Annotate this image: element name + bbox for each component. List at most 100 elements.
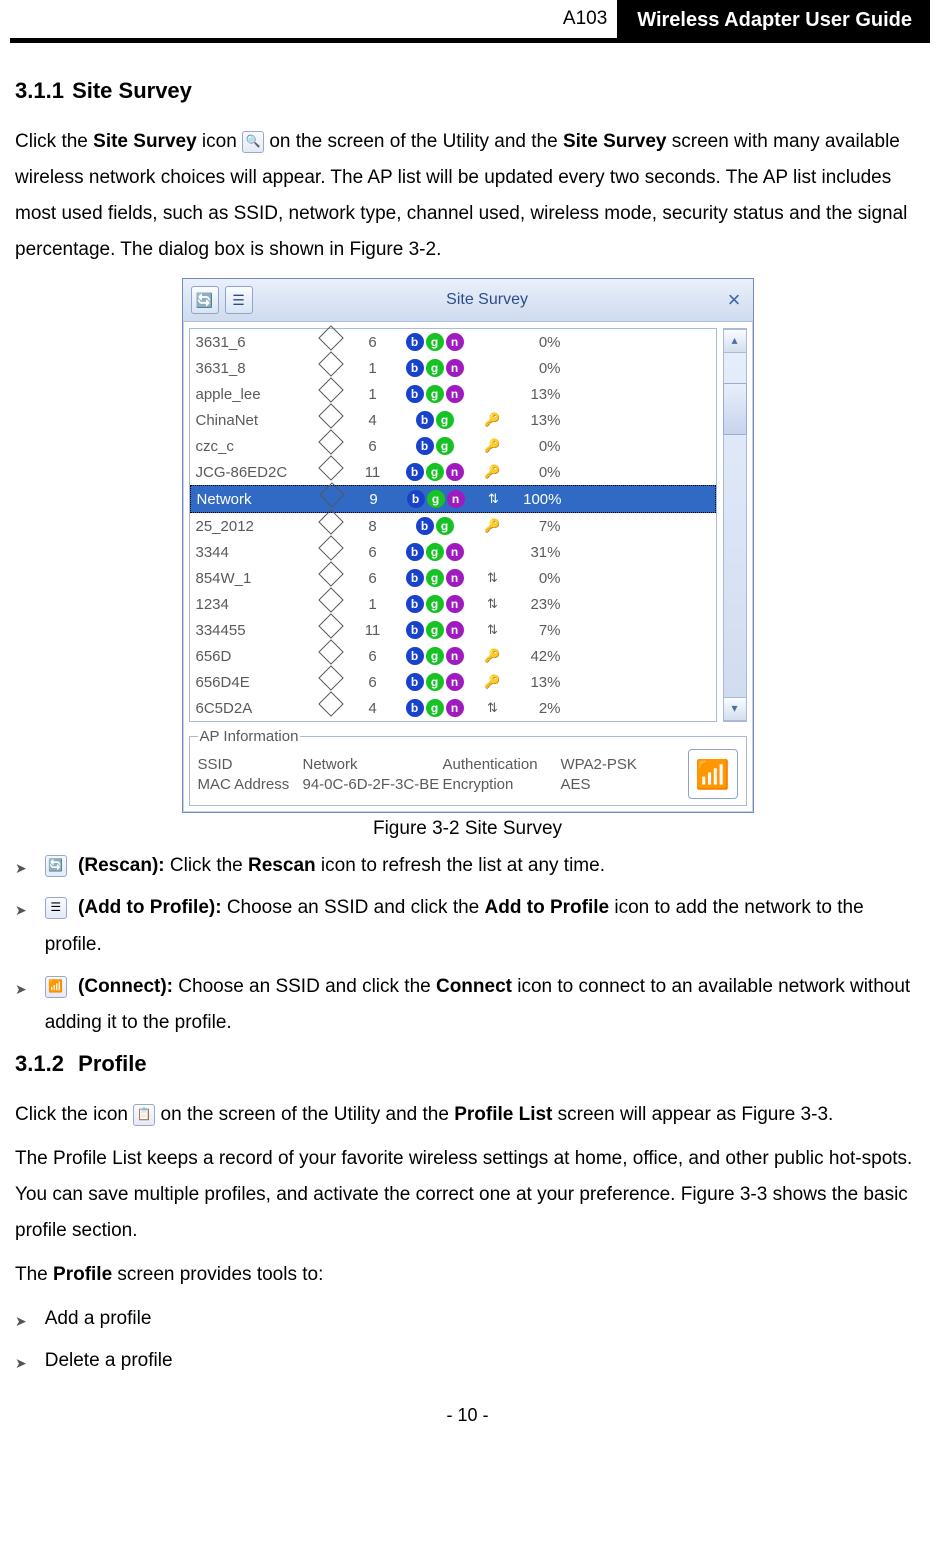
mode-b-icon: b <box>406 647 424 665</box>
enc-value: AES <box>561 776 591 793</box>
mode-b-icon: b <box>406 673 424 691</box>
add-profile-button[interactable]: ☰ <box>225 286 253 314</box>
type-cell <box>307 488 357 510</box>
channel-cell: 11 <box>356 464 390 481</box>
channel-cell: 11 <box>356 622 390 639</box>
channel-cell: 9 <box>357 491 391 508</box>
auth-value: WPA2-PSK <box>561 756 637 773</box>
mode-g-icon: g <box>426 569 444 587</box>
mode-g-icon: g <box>436 517 454 535</box>
enc-label: Encryption <box>443 776 561 793</box>
type-cell <box>306 461 356 483</box>
scroll-thumb[interactable] <box>723 383 747 435</box>
network-row[interactable]: czc_c6bg🔑0% <box>190 433 716 459</box>
header-title: Wireless Adapter User Guide <box>619 0 930 41</box>
ssid-cell: 25_2012 <box>196 518 306 535</box>
network-row[interactable]: 33446bgn31% <box>190 539 716 565</box>
rescan-button[interactable]: 🔄 <box>191 286 219 314</box>
mode-b-icon: b <box>416 517 434 535</box>
mode-g-icon: g <box>426 333 444 351</box>
ssid-cell: 334455 <box>196 622 306 639</box>
mode-b-icon: b <box>406 569 424 587</box>
header-model: A103 <box>10 0 619 41</box>
network-row[interactable]: ChinaNet4bg🔑13% <box>190 407 716 433</box>
ssid-cell: 656D <box>196 648 306 665</box>
channel-cell: 6 <box>356 570 390 587</box>
security-cell: ⇅ <box>481 491 507 507</box>
network-row[interactable]: 3631_81bgn0% <box>190 355 716 381</box>
network-row[interactable]: Network9bgn⇅100% <box>190 485 716 513</box>
network-row[interactable]: 656D4E6bgn🔑13% <box>190 669 716 695</box>
scrollbar[interactable]: ▴ ▾ <box>723 328 747 722</box>
signal-cell: 0% <box>506 438 561 455</box>
mode-n-icon: n <box>446 699 464 717</box>
network-row[interactable]: 656D6bgn🔑42% <box>190 643 716 669</box>
section-312-paragraph-3: The Profile screen provides tools to: <box>15 1257 920 1293</box>
ssid-cell: 1234 <box>196 596 306 613</box>
signal-cell: 7% <box>506 622 561 639</box>
mode-badges: bgn <box>390 543 480 561</box>
mode-g-icon: g <box>426 385 444 403</box>
mode-n-icon: n <box>446 463 464 481</box>
ssid-label: SSID <box>198 756 303 773</box>
security-cell: 🔑 <box>480 438 506 454</box>
mode-g-icon: g <box>426 359 444 377</box>
section-312-paragraph-2: The Profile List keeps a record of your … <box>15 1141 920 1249</box>
mode-badges: bgn <box>390 359 480 377</box>
mode-b-icon: b <box>406 333 424 351</box>
ssid-cell: 3631_6 <box>196 334 306 351</box>
network-row[interactable]: apple_lee1bgn13% <box>190 381 716 407</box>
mode-badges: bgn <box>390 569 480 587</box>
mode-g-icon: g <box>426 673 444 691</box>
signal-cell: 2% <box>506 700 561 717</box>
connect-button[interactable]: 📶 <box>688 749 738 799</box>
mode-b-icon: b <box>406 621 424 639</box>
mode-n-icon: n <box>446 569 464 587</box>
security-cell: 🔑 <box>480 674 506 690</box>
network-row[interactable]: 854W_16bgn⇅0% <box>190 565 716 591</box>
mode-badges: bgn <box>390 463 480 481</box>
section-312-paragraph-1: Click the icon 📋 on the screen of the Ut… <box>15 1097 920 1133</box>
bullet-icon: ➤ <box>15 855 27 882</box>
security-cell: 🔑 <box>480 464 506 480</box>
mode-badges: bgn <box>390 595 480 613</box>
bullet-icon: ➤ <box>15 1350 27 1377</box>
mode-n-icon: n <box>446 621 464 639</box>
mode-n-icon: n <box>446 359 464 377</box>
mode-n-icon: n <box>446 595 464 613</box>
mode-badges: bg <box>390 517 480 535</box>
security-cell: 🔑 <box>480 412 506 428</box>
window-title: Site Survey <box>259 291 716 309</box>
scroll-up-button[interactable]: ▴ <box>724 329 746 353</box>
bullet-icon: ➤ <box>15 976 27 1003</box>
network-row[interactable]: JCG-86ED2C11bgn🔑0% <box>190 459 716 485</box>
figure-caption: Figure 3-2 Site Survey <box>15 818 920 840</box>
security-cell: ⇅ <box>480 622 506 638</box>
network-row[interactable]: 12341bgn⇅23% <box>190 591 716 617</box>
security-cell: ⇅ <box>480 700 506 716</box>
mode-g-icon: g <box>426 595 444 613</box>
close-button[interactable]: × <box>724 287 745 313</box>
channel-cell: 6 <box>356 648 390 665</box>
ssid-cell: 6C5D2A <box>196 700 306 717</box>
profile-tools-list: ➤Add a profile➤Delete a profile <box>15 1301 920 1379</box>
mode-g-icon: g <box>426 699 444 717</box>
channel-cell: 6 <box>356 334 390 351</box>
signal-cell: 23% <box>506 596 561 613</box>
network-row[interactable]: 33445511bgn⇅7% <box>190 617 716 643</box>
mode-b-icon: b <box>406 699 424 717</box>
mode-b-icon: b <box>406 595 424 613</box>
list-item: Delete a profile <box>45 1343 920 1379</box>
site-survey-titlebar: 🔄 ☰ Site Survey × <box>183 279 753 322</box>
network-row[interactable]: 25_20128bg🔑7% <box>190 513 716 539</box>
scroll-down-button[interactable]: ▾ <box>724 697 746 721</box>
ssid-cell: JCG-86ED2C <box>196 464 306 481</box>
mode-g-icon: g <box>436 437 454 455</box>
network-row[interactable]: 6C5D2A4bgn⇅2% <box>190 695 716 721</box>
add-profile-icon: ☰ <box>45 897 67 919</box>
ssid-cell: Network <box>197 491 307 508</box>
channel-cell: 6 <box>356 544 390 561</box>
mode-badges: bgn <box>390 385 480 403</box>
network-row[interactable]: 3631_66bgn0% <box>190 329 716 355</box>
mode-n-icon: n <box>447 490 465 508</box>
